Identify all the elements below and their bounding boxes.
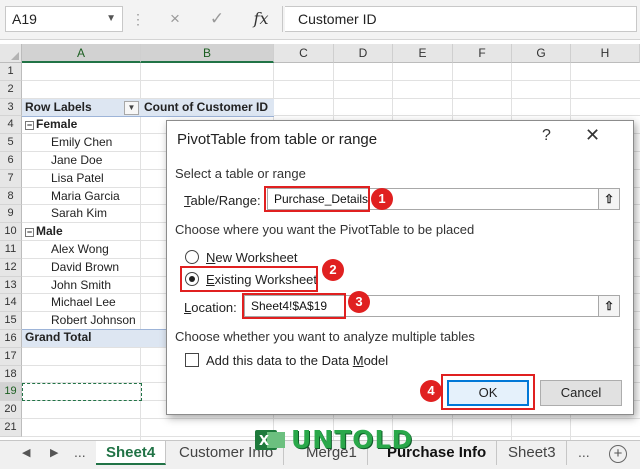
section-select-range: Select a table or range xyxy=(175,166,306,181)
row-header-7[interactable]: 7 xyxy=(0,169,22,188)
svg-text:X: X xyxy=(259,434,269,449)
pivot-item-row: Jane Doe xyxy=(51,153,103,167)
filter-dropdown-icon[interactable]: ▼ xyxy=(124,101,139,116)
data-model-label[interactable]: Add this data to the Data Model xyxy=(206,353,388,368)
help-icon[interactable]: ? xyxy=(542,127,551,145)
scroll-tabs-right-icon[interactable]: ▶ xyxy=(50,446,58,459)
row-header-10[interactable]: 10 xyxy=(0,223,22,241)
pivot-group-label: Male xyxy=(36,224,63,239)
dialog-title: PivotTable from table or range xyxy=(177,131,378,148)
pivot-item-row: Lisa Patel xyxy=(51,170,104,185)
column-header-c[interactable]: C xyxy=(274,44,334,63)
more-tabs-right[interactable]: ... xyxy=(578,444,590,460)
formula-separator xyxy=(282,6,283,32)
column-header-f[interactable]: F xyxy=(453,44,512,63)
sheet-tab-sheet3[interactable]: Sheet3 xyxy=(498,441,567,465)
excel-logo-icon: X xyxy=(255,430,285,450)
row-header-20[interactable]: 20 xyxy=(0,401,22,419)
row-header-1[interactable]: 1 xyxy=(0,63,22,81)
formula-input[interactable]: Customer ID xyxy=(285,6,637,32)
row-header-12[interactable]: 12 xyxy=(0,258,22,277)
row-header-19[interactable]: 19 xyxy=(0,383,22,402)
pivot-group-row: − Female xyxy=(25,116,77,134)
row-header-6[interactable]: 6 xyxy=(0,152,22,170)
pivot-count-header: Count of Customer ID xyxy=(144,100,268,115)
row-header-3[interactable]: 3 xyxy=(0,98,22,117)
table-range-label: Table/Range: xyxy=(184,193,261,208)
insert-function-icon[interactable]: fx xyxy=(248,7,274,31)
name-box[interactable]: A19 ▼ xyxy=(5,6,123,32)
location-label: Location: xyxy=(184,300,237,315)
formula-bar: A19 ▼ ⋮ × ✓ fx Customer ID xyxy=(0,0,640,40)
row-header-5[interactable]: 5 xyxy=(0,134,22,152)
pivot-item-row: Emily Chen xyxy=(51,135,113,150)
radio-new-worksheet[interactable] xyxy=(185,250,199,264)
callout-badge-3: 3 xyxy=(348,291,370,313)
column-header-h[interactable]: H xyxy=(571,44,640,63)
pivot-item-row: Sarah Kim xyxy=(51,206,108,221)
add-sheet-icon[interactable]: + xyxy=(609,445,627,463)
table-range-label-text: Table/Range: xyxy=(184,193,261,208)
pivot-item-row: John Smith xyxy=(51,277,112,292)
cancel-button[interactable]: Cancel xyxy=(540,380,622,406)
callout-box-3 xyxy=(242,293,346,319)
name-box-value: A19 xyxy=(12,11,37,27)
row-header-4[interactable]: 4 xyxy=(0,116,22,135)
chevron-down-icon[interactable]: ▼ xyxy=(106,7,116,31)
pivot-item-row: Michael Lee xyxy=(51,295,116,310)
pivot-item-row: David Brown xyxy=(51,259,120,274)
row-header-15[interactable]: 15 xyxy=(0,312,22,330)
pivot-group-row: − Male xyxy=(25,223,63,241)
pivottable-dialog: PivotTable from table or range ? ✕ Selec… xyxy=(166,120,634,415)
ok-button[interactable]: OK xyxy=(447,380,529,406)
scroll-tabs-left-icon[interactable]: ◀ xyxy=(22,446,30,459)
row-header-2[interactable]: 2 xyxy=(0,80,22,99)
callout-box-2 xyxy=(180,266,318,292)
row-header-9[interactable]: 9 xyxy=(0,205,22,224)
row-gridline xyxy=(22,79,640,81)
callout-badge-2: 2 xyxy=(322,259,344,281)
collapse-minus-icon[interactable]: − xyxy=(25,228,34,238)
pivot-item-row: Alex Wong xyxy=(51,242,109,256)
close-icon[interactable]: ✕ xyxy=(585,125,600,146)
section-placement: Choose where you want the PivotTable to … xyxy=(175,222,475,237)
collapse-range-icon[interactable]: ⇧ xyxy=(598,188,620,210)
enter-check-icon[interactable]: ✓ xyxy=(204,7,230,31)
callout-badge-1: 1 xyxy=(371,188,393,210)
pivot-item-row: Maria Garcia xyxy=(51,188,120,203)
column-header-b[interactable]: B xyxy=(141,44,274,63)
column-header-d[interactable]: D xyxy=(334,44,393,63)
row-header-21[interactable]: 21 xyxy=(0,419,22,437)
row-header-18[interactable]: 18 xyxy=(0,365,22,384)
drag-handle-icon[interactable]: ⋮ xyxy=(131,8,145,30)
pivot-group-label: Female xyxy=(36,117,78,132)
select-all-corner[interactable] xyxy=(0,44,22,63)
row-header-17[interactable]: 17 xyxy=(0,347,22,366)
column-header-g[interactable]: G xyxy=(512,44,571,63)
row-header-14[interactable]: 14 xyxy=(0,294,22,313)
sheet-tab-sheet4[interactable]: Sheet4 xyxy=(96,441,167,465)
cancel-icon[interactable]: × xyxy=(162,7,188,31)
row-gridline xyxy=(22,418,640,419)
data-model-checkbox[interactable] xyxy=(185,353,199,367)
watermark-text: UNTOLD xyxy=(291,425,414,454)
row-header-13[interactable]: 13 xyxy=(0,276,22,295)
collapse-minus-icon[interactable]: − xyxy=(25,121,34,131)
callout-badge-4: 4 xyxy=(420,380,442,402)
selected-cell-a19[interactable] xyxy=(22,382,142,401)
untold-logo: X UNTOLD xyxy=(255,422,412,456)
pivot-item-row: Robert Johnson xyxy=(51,313,136,328)
column-header-e[interactable]: E xyxy=(393,44,453,63)
more-tabs-left[interactable]: ... xyxy=(74,444,86,460)
row-header-8[interactable]: 8 xyxy=(0,187,22,206)
callout-box-1 xyxy=(264,186,370,212)
collapse-location-icon[interactable]: ⇧ xyxy=(598,295,620,317)
section-multiple-tables: Choose whether you want to analyze multi… xyxy=(175,329,475,344)
row-header-16[interactable]: 16 xyxy=(0,330,22,348)
pivot-row-labels-header: Row Labels xyxy=(25,100,92,115)
column-header-a[interactable]: A xyxy=(22,44,141,63)
pivot-grand-total-label: Grand Total xyxy=(25,330,92,345)
row-header-11[interactable]: 11 xyxy=(0,241,22,259)
new-worksheet-label[interactable]: New Worksheet xyxy=(206,250,298,265)
